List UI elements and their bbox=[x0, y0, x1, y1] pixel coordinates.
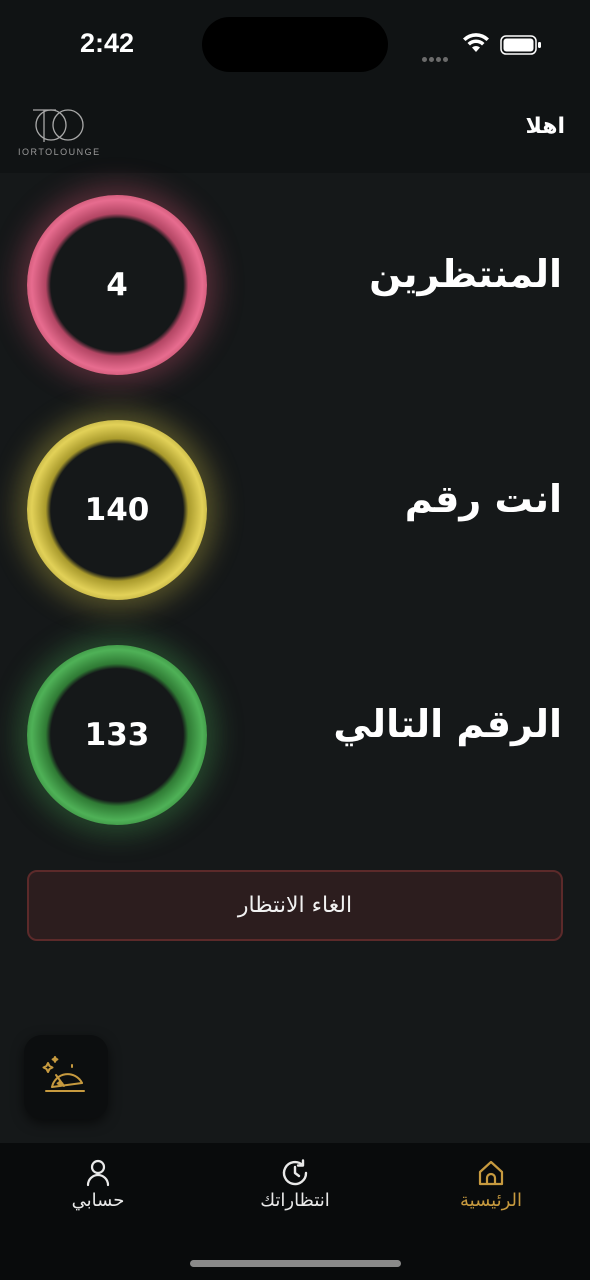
cellular-signal-icon bbox=[422, 47, 450, 66]
tab-account[interactable]: حسابي bbox=[23, 1143, 173, 1243]
stat-your-number-row: 140 انت رقم bbox=[0, 405, 590, 615]
food-cloche-icon bbox=[42, 1056, 85, 1092]
next-number-ring: 133 bbox=[12, 630, 222, 840]
your-number-ring: 140 bbox=[12, 405, 222, 615]
waiting-count-value: 4 bbox=[106, 267, 128, 303]
waiting-count-label: المنتظرين bbox=[369, 252, 562, 296]
status-time: 2:42 bbox=[80, 28, 135, 58]
waiting-count-ring: 4 bbox=[12, 180, 222, 390]
home-icon bbox=[478, 1160, 504, 1186]
next-number-label: الرقم التالي bbox=[333, 702, 562, 746]
person-icon bbox=[86, 1159, 110, 1187]
brand-logo: IORTOLOUNGE bbox=[18, 104, 100, 160]
stat-waiting-row: 4 المنتظرين bbox=[0, 180, 590, 390]
tab-your-waits[interactable]: انتظاراتك bbox=[220, 1143, 370, 1243]
logo-text: IORTOLOUNGE bbox=[18, 147, 101, 157]
tab-your-waits-label: انتظاراتك bbox=[260, 1190, 330, 1211]
dynamic-island bbox=[202, 17, 388, 72]
tab-account-label: حسابي bbox=[71, 1190, 125, 1211]
status-bar: 2:42 bbox=[0, 0, 590, 90]
history-clock-icon bbox=[282, 1159, 308, 1186]
app-header: IORTOLOUNGE اهلا bbox=[0, 90, 590, 173]
wifi-icon bbox=[463, 33, 489, 52]
your-number-label: انت رقم bbox=[404, 477, 562, 521]
next-number-value: 133 bbox=[84, 717, 150, 753]
logo-mark-icon bbox=[33, 109, 84, 142]
menu-fab-button[interactable] bbox=[24, 1035, 108, 1119]
home-indicator[interactable] bbox=[190, 1260, 401, 1267]
greeting-text: اهلا bbox=[525, 114, 566, 139]
tab-home-label: الرئيسية bbox=[460, 1190, 522, 1211]
stat-next-number-row: 133 الرقم التالي bbox=[0, 630, 590, 840]
tab-home[interactable]: الرئيسية bbox=[416, 1143, 566, 1243]
cancel-waiting-button[interactable]: الغاء الانتظار bbox=[27, 870, 563, 941]
battery-icon bbox=[500, 35, 541, 55]
your-number-value: 140 bbox=[84, 492, 150, 528]
